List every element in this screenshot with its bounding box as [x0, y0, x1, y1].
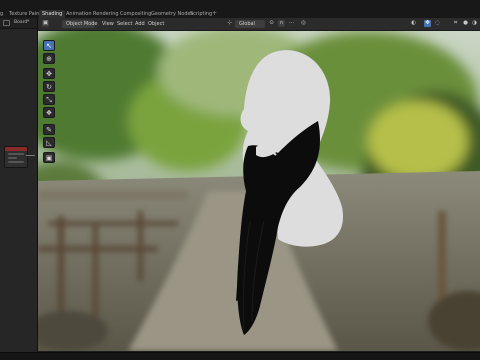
transform-tool[interactable]: ❖ [43, 107, 55, 118]
blender-window: g Texture Paint Shading Animation Render… [0, 0, 480, 360]
snap-settings-icon[interactable]: ⋯ [288, 20, 295, 27]
editor-label[interactable]: Board [14, 20, 27, 25]
pivot-icon[interactable]: ⊙ [268, 20, 275, 27]
cursor-tool[interactable]: ⊕ [43, 53, 55, 64]
overlay-icon[interactable]: ◌ [434, 20, 441, 27]
tab-shading[interactable]: Shading [39, 10, 66, 18]
node-link [26, 155, 35, 156]
orientation-icon[interactable]: ⊹ [226, 20, 233, 27]
node-header [5, 147, 27, 151]
node-socket-row [8, 153, 24, 155]
shading-wireframe-icon[interactable]: ⌗ [452, 20, 459, 27]
workspace-tab-bar: g Texture Paint Shading Animation Render… [0, 0, 480, 19]
node-socket-row [8, 157, 17, 159]
annotate-tool[interactable]: ✎ [43, 124, 55, 135]
tab-compositing[interactable]: Compositing [120, 10, 151, 18]
shader-node[interactable] [4, 146, 28, 168]
image-editor-icon[interactable] [3, 20, 10, 26]
measure-tool[interactable]: ◺ [43, 137, 55, 148]
left-editor-panel: Board ▾ [0, 18, 38, 354]
shading-material-icon[interactable]: ◑ [471, 20, 478, 27]
menu-select[interactable]: Select [117, 20, 132, 28]
chevron-down-icon[interactable]: ▾ [27, 19, 29, 24]
3d-viewport[interactable] [38, 31, 480, 351]
tab-partial[interactable]: g [0, 10, 3, 18]
viewport-scene [38, 31, 480, 351]
left-panel-header: Board ▾ [0, 18, 37, 29]
mode-label: Object Mode [66, 21, 98, 27]
tab-geometry-nodes[interactable]: Geometry Nodes [151, 10, 193, 18]
select-tool[interactable]: ↖ [43, 40, 55, 51]
tab-texture-paint[interactable]: Texture Paint [9, 10, 41, 18]
orientation-label: Global [239, 21, 255, 27]
node-socket-row [8, 161, 24, 163]
visibility-icon[interactable]: ◐ [410, 20, 417, 27]
editor-type-icon[interactable]: ▣ [42, 20, 49, 27]
tab-animation[interactable]: Animation [66, 10, 92, 18]
menu-add[interactable]: Add [135, 20, 145, 28]
status-bar [0, 352, 480, 360]
tool-shelf: ↖ ⊕ ✥ ↻ ⤡ ❖ ✎ ◺ ▣ [41, 40, 57, 164]
rotate-tool[interactable]: ↻ [43, 81, 55, 92]
tab-scripting[interactable]: Scripting [190, 10, 212, 18]
shading-solid-icon[interactable]: ● [462, 20, 469, 27]
add-workspace-button[interactable]: + [212, 10, 217, 18]
viewport-header: ▣ Object Mode View Select Add Object ⊹ G… [38, 18, 480, 31]
menu-view[interactable]: View [102, 20, 114, 28]
gizmo-icon[interactable]: ✥ [424, 20, 431, 27]
menu-object[interactable]: Object [148, 20, 164, 28]
snap-icon[interactable]: ∩ [278, 20, 285, 27]
proportional-edit-icon[interactable]: ◎ [300, 20, 307, 27]
tab-rendering[interactable]: Rendering [93, 10, 119, 18]
add-cube-tool[interactable]: ▣ [43, 152, 55, 163]
move-tool[interactable]: ✥ [43, 68, 55, 79]
scale-tool[interactable]: ⤡ [43, 94, 55, 105]
